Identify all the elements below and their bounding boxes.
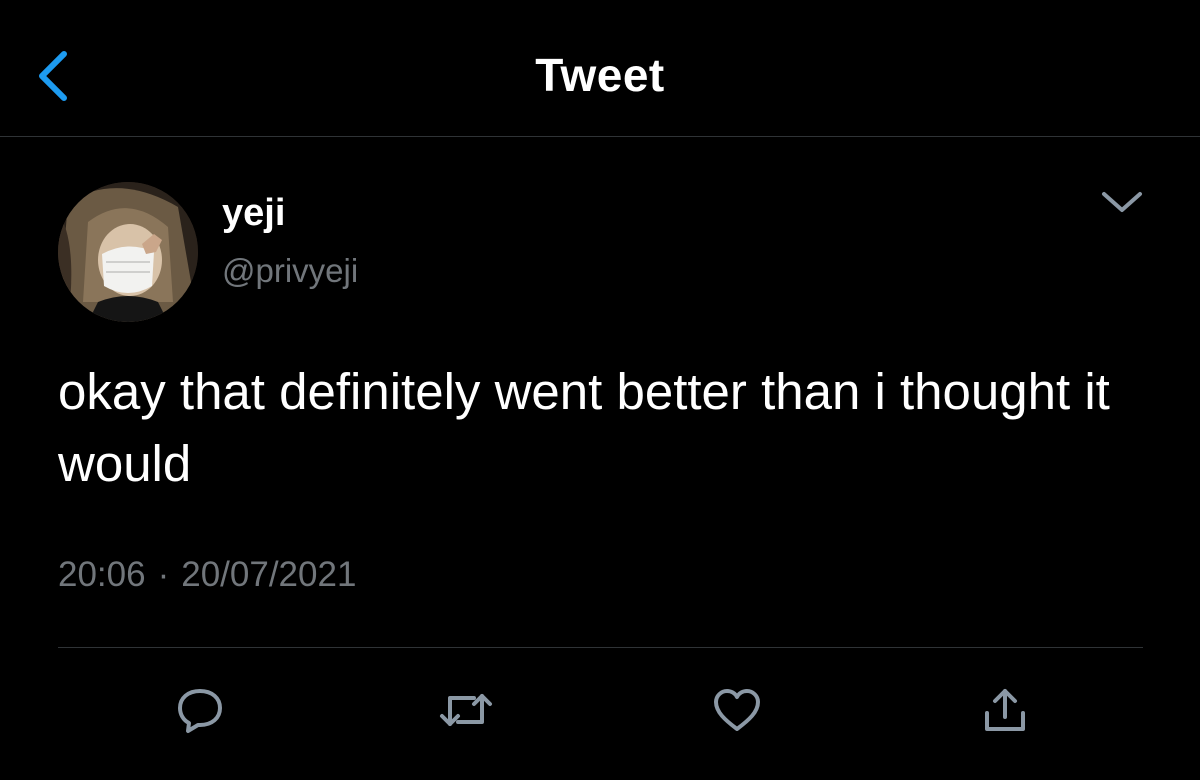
tweet-time: 20:06 [58,555,146,594]
share-icon [985,689,1025,731]
author-name[interactable]: yeji [222,192,285,235]
like-button[interactable] [707,680,767,740]
avatar[interactable] [58,182,198,322]
reply-icon [178,689,222,733]
reply-button[interactable] [170,680,230,740]
profile-photo [58,182,198,322]
share-button[interactable] [975,680,1035,740]
page-title: Tweet [535,49,665,101]
retweet-button[interactable] [436,680,496,740]
author-handle[interactable]: @privyeji [222,252,358,290]
top-bar: Tweet [0,0,1200,137]
separator-dot: · [157,555,170,594]
tweet-text: okay that definitely went better than i … [58,363,1110,492]
retweet-icon [440,694,492,726]
divider [58,647,1143,648]
chevron-down-icon [1102,192,1142,212]
heart-icon [714,689,760,731]
tweet-date: 20/07/2021 [181,555,357,594]
more-options-button[interactable] [1094,180,1150,226]
tweet-timestamp[interactable]: 20:06 · 20/07/2021 [58,555,356,595]
